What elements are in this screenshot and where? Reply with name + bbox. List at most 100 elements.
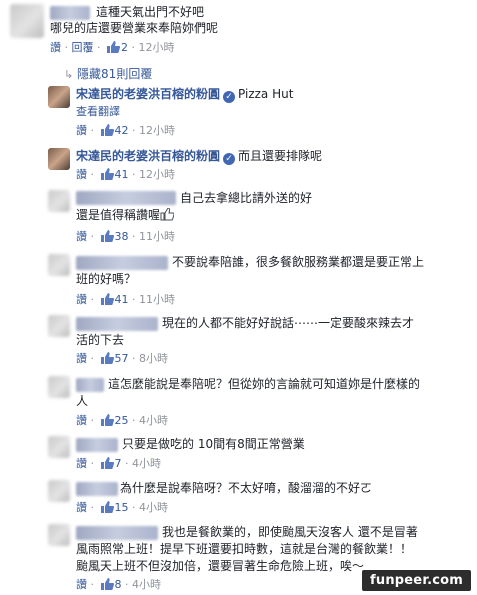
blurred-commenter-name[interactable] xyxy=(76,191,176,205)
reply-arrow-icon: ↳ xyxy=(64,68,74,81)
reply-text: 宋達民的老婆洪百榕的粉圓 ✓ 而且還要排隊呢 xyxy=(76,148,322,165)
translate-link[interactable]: 查看翻譯 xyxy=(76,103,120,120)
reply-meta: 讚 · 7 · 4小時 xyxy=(76,457,161,470)
reply-meta: 讚 · 15 · 4小時 xyxy=(76,501,168,514)
reply-text-line: 人 xyxy=(76,394,89,408)
thumbs-up-icon xyxy=(107,41,120,53)
reply-author[interactable]: 宋達民的老婆洪百榕的粉圓 xyxy=(76,87,220,101)
reply-text-line: 這怎麼能說是奉陪呢？但從妳的言論就可知道妳是什麼樣的 xyxy=(108,377,421,391)
commenter-avatar[interactable] xyxy=(10,4,44,38)
timestamp[interactable]: 8小時 xyxy=(139,352,168,365)
reply-text-line: 我也是餐飲業的，即使颱風天沒客人 還不是冒著 xyxy=(162,525,418,539)
page-avatar[interactable] xyxy=(48,86,70,108)
timestamp[interactable]: 12小時 xyxy=(139,168,175,181)
commenter-avatar[interactable] xyxy=(48,480,70,502)
comment-thread: 這種天氣出門不好吧 哪兒的店還要營業來奉陪妳們呢 讚 · 回覆 · 2 · 12… xyxy=(0,0,477,595)
reply-text: 宋達民的老婆洪百榕的粉圓 ✓ Pizza Hut xyxy=(76,86,293,103)
thumbs-up-icon xyxy=(100,501,114,513)
reply-meta: 讚 · 25 · 4小時 xyxy=(76,414,168,427)
like-link[interactable]: 讚 xyxy=(76,293,87,306)
commenter-avatar[interactable] xyxy=(48,254,70,276)
like-count[interactable]: 42 xyxy=(115,124,129,137)
like-link[interactable]: 讚 xyxy=(76,578,87,591)
reply-body: 而且還要排隊呢 xyxy=(238,149,323,163)
comment-meta: 讚 · 回覆 · 2 · 12小時 xyxy=(50,41,175,54)
like-count[interactable]: 8 xyxy=(115,578,122,591)
like-link[interactable]: 讚 xyxy=(76,501,87,514)
timestamp[interactable]: 12小時 xyxy=(139,124,175,137)
reply-text-line: 為什麼是說奉陪呀？不太好唷，酸溜溜的不好ㄛ xyxy=(120,481,373,495)
reply-meta: 讚 · 41 · 11小時 xyxy=(76,293,175,306)
like-count[interactable]: 57 xyxy=(115,352,129,365)
reply-text-line: 只要是做吃的 10間有8間正常營業 xyxy=(122,437,305,451)
thumbs-up-icon xyxy=(100,124,114,136)
blurred-commenter-name[interactable] xyxy=(76,378,104,392)
verified-badge-icon: ✓ xyxy=(223,91,236,103)
page-avatar[interactable] xyxy=(48,148,70,170)
blurred-commenter-name[interactable] xyxy=(76,438,118,452)
thumbs-up-icon xyxy=(100,293,114,305)
reply-text-line: 還是值得稱讚喔 xyxy=(76,207,175,224)
blurred-commenter-name[interactable] xyxy=(76,526,158,540)
commenter-avatar[interactable] xyxy=(48,190,70,212)
like-link[interactable]: 讚 xyxy=(50,41,61,54)
thumbs-up-icon xyxy=(100,414,114,426)
reply-meta: 讚 · 42 · 12小時 xyxy=(76,124,175,137)
like-link[interactable]: 讚 xyxy=(76,352,87,365)
reply-author[interactable]: 宋達民的老婆洪百榕的粉圓 xyxy=(76,149,220,163)
thumbs-up-icon xyxy=(100,457,114,469)
like-count[interactable]: 38 xyxy=(115,230,129,243)
comment-text-line: 哪兒的店還要營業來奉陪妳們呢 xyxy=(50,21,219,35)
reply-text-line-content: 還是值得稱讚喔 xyxy=(76,208,161,222)
thumbs-up-icon xyxy=(100,578,114,590)
commenter-avatar[interactable] xyxy=(48,376,70,398)
like-link[interactable]: 讚 xyxy=(76,168,87,181)
thumbs-up-icon xyxy=(100,168,114,180)
commenter-avatar[interactable] xyxy=(48,524,70,546)
like-link[interactable]: 讚 xyxy=(76,124,87,137)
reply-meta: 讚 · 8 · 4小時 xyxy=(76,578,161,591)
like-link[interactable]: 讚 xyxy=(76,230,87,243)
blurred-commenter-name[interactable] xyxy=(76,317,158,331)
timestamp[interactable]: 4小時 xyxy=(139,414,168,427)
verified-badge-icon: ✓ xyxy=(223,153,236,165)
like-count[interactable]: 41 xyxy=(115,293,129,306)
timestamp[interactable]: 12小時 xyxy=(139,41,175,54)
timestamp[interactable]: 4小時 xyxy=(132,578,161,591)
reply-meta: 讚 · 41 · 12小時 xyxy=(76,168,175,181)
timestamp[interactable]: 11小時 xyxy=(139,230,175,243)
like-count[interactable]: 25 xyxy=(115,414,129,427)
reply-link[interactable]: 回覆 xyxy=(72,41,94,54)
hidden-replies-link[interactable]: ↳ 隱藏81則回覆 xyxy=(64,65,152,82)
commenter-avatar[interactable] xyxy=(48,315,70,337)
thumbs-up-icon xyxy=(100,230,114,242)
watermark: funpeer.com xyxy=(362,570,471,591)
reply-text-line: 自己去拿總比請外送的好 xyxy=(180,191,313,205)
reply-text-line: 活的下去 xyxy=(76,333,125,347)
commenter-avatar[interactable] xyxy=(48,436,70,458)
reply-text-line: 風雨照常上班！提早下班還要扣時數，這就是台灣的餐飲業！！ xyxy=(76,542,413,556)
reply-text-line: 颱風天上班不但沒加倍，還要冒著生命危險上班，唉～ xyxy=(76,559,365,573)
like-count[interactable]: 41 xyxy=(115,168,129,181)
reply-body: Pizza Hut xyxy=(238,87,294,101)
blurred-commenter-name[interactable] xyxy=(76,482,118,496)
reply-text-line: 不要說奉陪誰，很多餐飲服務業都還是要正常上 xyxy=(172,255,425,269)
blurred-commenter-name[interactable] xyxy=(50,6,90,20)
like-count[interactable]: 2 xyxy=(121,41,128,54)
timestamp[interactable]: 4小時 xyxy=(132,457,161,470)
timestamp[interactable]: 11小時 xyxy=(139,293,175,306)
timestamp[interactable]: 4小時 xyxy=(139,501,168,514)
like-count[interactable]: 15 xyxy=(115,501,129,514)
like-link[interactable]: 讚 xyxy=(76,414,87,427)
like-link[interactable]: 讚 xyxy=(76,457,87,470)
thumbs-up-emoji-icon xyxy=(160,208,175,221)
blurred-commenter-name[interactable] xyxy=(76,256,168,270)
reply-text-line: 班的好嗎？ xyxy=(76,272,137,286)
reply-meta: 讚 · 57 · 8小時 xyxy=(76,352,168,365)
reply-meta: 讚 · 38 · 11小時 xyxy=(76,230,175,243)
hidden-replies-label[interactable]: 隱藏81則回覆 xyxy=(77,67,152,81)
reply-text-line: 現在的人都不能好好說話⋯⋯一定要酸來辣去才 xyxy=(162,316,415,330)
thumbs-up-icon xyxy=(100,352,114,364)
like-count[interactable]: 7 xyxy=(115,457,122,470)
comment-text-line: 這種天氣出門不好吧 xyxy=(96,5,205,19)
